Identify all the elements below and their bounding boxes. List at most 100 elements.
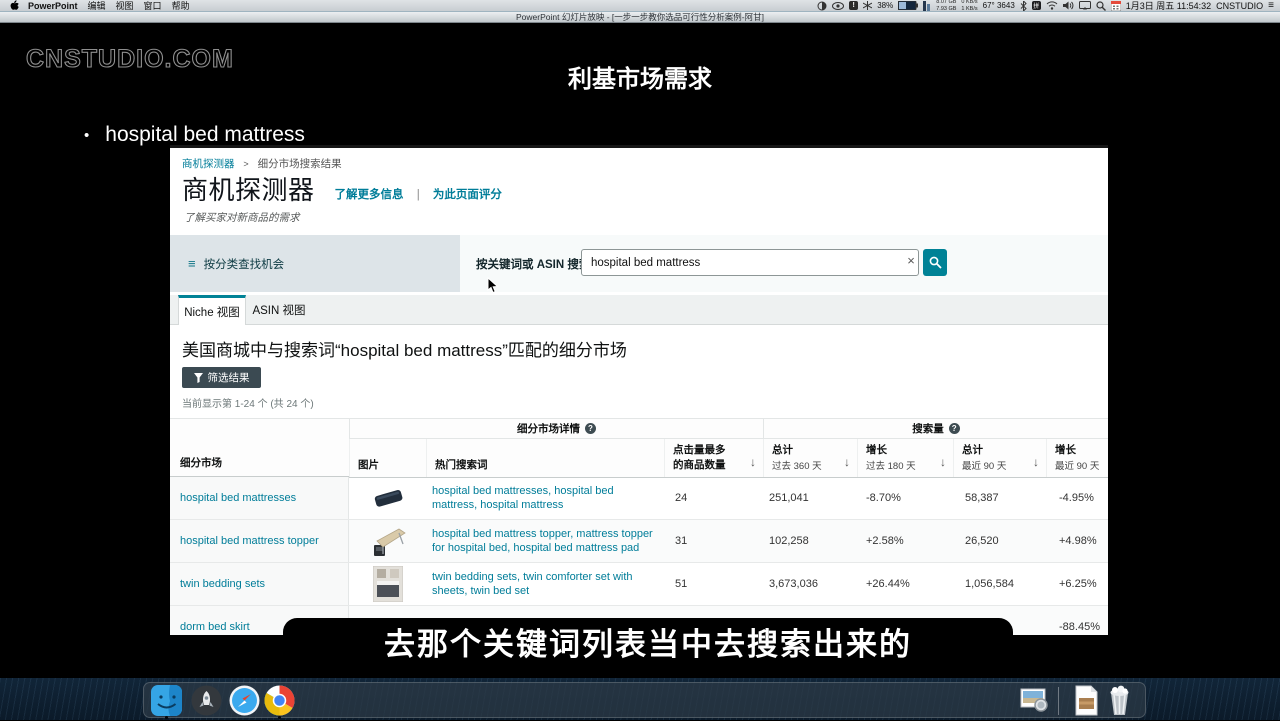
niche-link[interactable]: hospital bed mattress topper xyxy=(180,535,319,547)
column-top-clicked-products: 点击量最多 的商品数量 ↓ xyxy=(664,439,763,477)
notification-center-icon[interactable]: ≡ xyxy=(1268,0,1274,11)
column-growth-180: 增长 过去 180 天 ↓ xyxy=(857,439,953,477)
safari-dock-icon[interactable] xyxy=(229,685,260,716)
column-growth-90: 增长 最近 90 天 xyxy=(1046,439,1108,477)
rate-page-link[interactable]: 为此页面评分 xyxy=(433,189,502,201)
user-account-menu[interactable]: CNSTUDIO xyxy=(1216,1,1263,11)
niche-table: 细分市场 细分市场详情 ? 图片 热门搜索词 点击量最多 的商品数量 ↓ xyxy=(170,418,1108,635)
sort-arrow-icon[interactable]: ↓ xyxy=(940,455,946,469)
breadcrumb-root-link[interactable]: 商机探测器 xyxy=(182,158,235,170)
snowflake-status-icon[interactable] xyxy=(863,1,872,10)
bluetooth-icon[interactable] xyxy=(1020,1,1027,11)
breadcrumb-current: 细分市场搜索结果 xyxy=(258,158,342,170)
column-total-360: 总计 过去 360 天 ↓ xyxy=(763,439,857,477)
page-tagline: 了解买家对新商品的需求 xyxy=(184,210,300,225)
magnifier-icon xyxy=(929,256,942,269)
menu-view[interactable]: 视图 xyxy=(116,0,134,12)
spotlight-search-icon[interactable] xyxy=(1096,1,1106,11)
tab-niche-view[interactable]: Niche 视图 xyxy=(178,295,246,325)
running-indicator-dot xyxy=(165,716,168,719)
niche-thumbnail xyxy=(349,563,426,605)
network-readout: 0 KB/s1 KB/s xyxy=(961,0,977,12)
sort-arrow-icon[interactable]: ↓ xyxy=(1033,455,1039,469)
sort-arrow-icon[interactable]: ↓ xyxy=(844,455,850,469)
chrome-dock-icon[interactable] xyxy=(264,685,295,716)
menu-clock[interactable]: 1月3日 周五 11:54:32 xyxy=(1126,0,1211,12)
info-icon[interactable]: ? xyxy=(949,423,960,434)
results-count: 当前显示第 1-24 个 (共 24 个) xyxy=(182,395,314,410)
column-total-90: 总计 最近 90 天 ↓ xyxy=(953,439,1046,477)
slide-bullet: • hospital bed mattress xyxy=(84,123,305,147)
column-niche: 细分市场 xyxy=(170,419,349,477)
downloads-dock-icon[interactable] xyxy=(1071,685,1102,716)
window-title-bar: PowerPoint 幻灯片放映 - [一步一步教你选品可行性分析案例-阿甘] xyxy=(0,12,1280,23)
breadcrumb-separator: > xyxy=(243,159,248,169)
alert-status-icon[interactable]: ! xyxy=(849,1,858,10)
top-keywords-link[interactable]: hospital bed mattress topper, mattress t… xyxy=(426,520,664,562)
search-band: ≡ 按分类查找机会 按关键词或 ASIN 搜索 × xyxy=(170,235,1108,292)
column-image: 图片 xyxy=(349,439,426,477)
table-header: 细分市场 细分市场详情 ? 图片 热门搜索词 点击量最多 的商品数量 ↓ xyxy=(170,418,1108,477)
calendar-icon[interactable] xyxy=(1111,1,1121,11)
mouse-cursor xyxy=(487,277,499,299)
hamburger-icon: ≡ xyxy=(188,256,196,271)
spinner-status-icon[interactable] xyxy=(817,1,827,11)
info-icon[interactable]: ? xyxy=(585,423,596,434)
view-tabs: Niche 视图 ASIN 视图 xyxy=(170,295,1108,325)
top-keywords-link[interactable]: hospital bed mattresses, hospital bed ma… xyxy=(426,477,664,519)
eye-status-icon[interactable] xyxy=(832,2,844,10)
finder-dock-icon[interactable] xyxy=(151,685,182,716)
memory-meter-icon[interactable] xyxy=(923,1,931,11)
memory-readout: 8.07 GB7.93 GB xyxy=(936,0,956,12)
search-button[interactable] xyxy=(923,249,947,276)
input-method-icon[interactable]: 拼 xyxy=(1032,1,1041,10)
breadcrumb: 商机探测器 > 细分市场搜索结果 xyxy=(182,156,342,171)
column-keywords: 热门搜索词 xyxy=(426,439,664,477)
page-title: 商机探测器 xyxy=(182,170,315,207)
niche-link[interactable]: hospital bed mattresses xyxy=(180,492,296,504)
menu-edit[interactable]: 编辑 xyxy=(88,0,106,12)
battery-icon[interactable] xyxy=(898,1,918,10)
video-subtitle: 去那个关键词列表当中去搜索出来的 xyxy=(283,618,1013,664)
airplay-display-icon[interactable] xyxy=(1079,1,1091,10)
funnel-icon xyxy=(194,373,203,383)
opportunity-explorer-screenshot: 商机探测器 > 细分市场搜索结果 商机探测器 了解更多信息 | 为此页面评分 了… xyxy=(170,145,1108,635)
table-row[interactable]: hospital bed mattresses hospital bed mat… xyxy=(170,477,1108,520)
clear-search-icon[interactable]: × xyxy=(903,253,919,268)
sort-arrow-icon[interactable]: ↓ xyxy=(750,455,756,469)
menu-window[interactable]: 窗口 xyxy=(144,0,162,12)
wifi-icon[interactable] xyxy=(1046,1,1058,10)
niche-thumbnail xyxy=(349,520,426,562)
table-row[interactable]: hospital bed mattress topper hospital be… xyxy=(170,520,1108,563)
apple-menu-icon[interactable] xyxy=(10,0,20,11)
keyword-search-input[interactable] xyxy=(581,249,919,276)
filter-results-button[interactable]: 筛选结果 xyxy=(182,367,261,388)
link-divider: | xyxy=(417,189,420,201)
bullet-marker-icon: • xyxy=(84,127,89,144)
group-header-search-volume: 搜索量 ? xyxy=(763,419,1108,439)
menu-help[interactable]: 帮助 xyxy=(172,0,190,12)
niche-thumbnail xyxy=(349,477,426,519)
menu-app-name[interactable]: PowerPoint xyxy=(28,1,78,11)
learn-more-link[interactable]: 了解更多信息 xyxy=(335,189,404,201)
tab-asin-view[interactable]: ASIN 视图 xyxy=(246,295,312,325)
browse-categories-button[interactable]: ≡ 按分类查找机会 xyxy=(170,235,460,292)
launchpad-dock-icon[interactable] xyxy=(191,685,222,716)
slide-title: 利基市场需求 xyxy=(0,59,1280,94)
results-heading: 美国商城中与搜索词“hospital bed mattress”匹配的细分市场 xyxy=(182,336,627,361)
trash-dock-icon[interactable] xyxy=(1104,685,1135,716)
search-label: 按关键词或 ASIN 搜索 xyxy=(476,256,590,272)
dock-divider xyxy=(1058,687,1059,715)
macos-dock xyxy=(143,682,1146,718)
running-indicator-dot xyxy=(278,716,281,719)
volume-icon[interactable] xyxy=(1063,1,1074,10)
battery-percent: 38% xyxy=(877,1,893,10)
niche-link[interactable]: twin bedding sets xyxy=(180,578,265,590)
top-keywords-link[interactable]: twin bedding sets, twin comforter set wi… xyxy=(426,563,664,605)
preview-dock-icon[interactable] xyxy=(1019,685,1050,716)
temperature-readout: 67° 3643 xyxy=(983,1,1015,10)
group-header-details: 细分市场详情 ? xyxy=(349,419,763,439)
table-row[interactable]: twin bedding sets twin bedding sets, twi… xyxy=(170,563,1108,606)
niche-link[interactable]: dorm bed skirt xyxy=(180,621,250,633)
window-title: PowerPoint 幻灯片放映 - [一步一步教你选品可行性分析案例-阿甘] xyxy=(516,11,764,23)
